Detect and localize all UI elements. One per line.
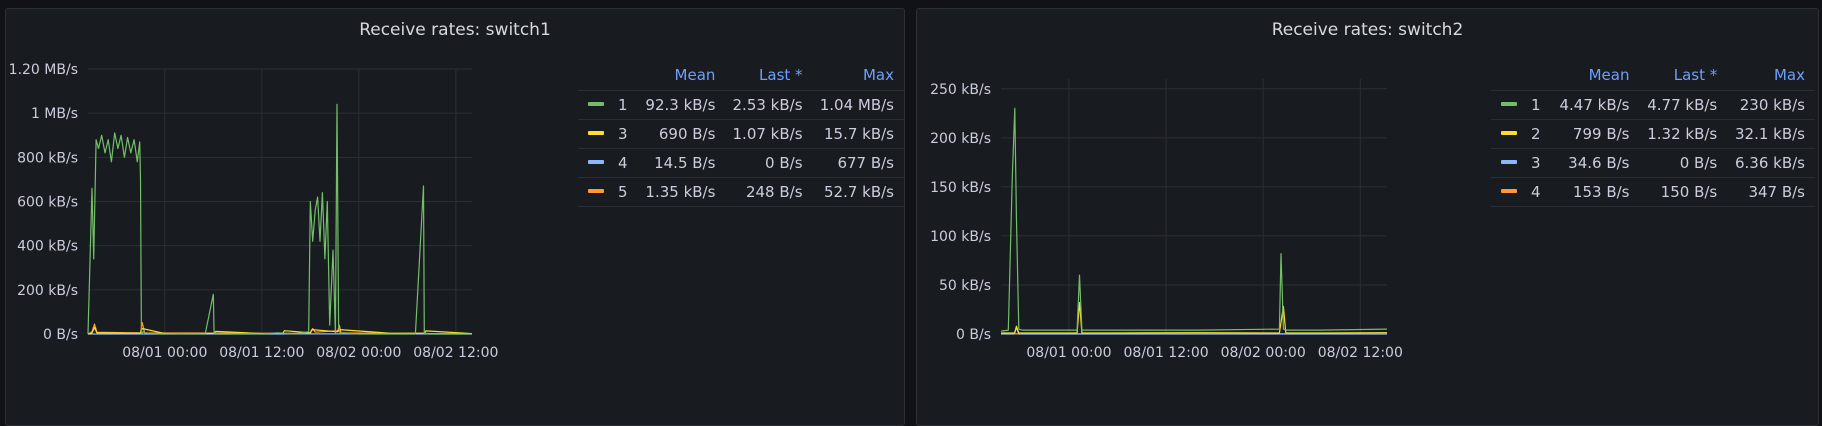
legend-row[interactable]: 4 153 B/s 150 B/s 347 B/s [1491,177,1815,207]
series-last: 2.53 kB/s [725,90,813,120]
y-tick-label: 50 kB/s [939,278,991,294]
series-color-swatch[interactable] [588,102,604,106]
x-tick-label: 08/01 12:00 [1124,345,1209,361]
x-tick-label: 08/02 00:00 [1221,345,1306,361]
legend-row[interactable]: 4 14.5 B/s 0 B/s 677 B/s [578,148,904,178]
series-last: 1.07 kB/s [725,119,813,149]
series-last: 150 B/s [1639,177,1728,207]
series-line-5 [87,321,473,335]
chart-switch2: 0 B/s 50 kB/s 100 kB/s 150 kB/s 200 kB/s 250 … [930,79,1403,361]
x-tick-label: 08/02 00:00 [316,345,401,361]
legend-header-name [1491,61,1552,91]
series-color-swatch[interactable] [1501,102,1517,106]
legend-row[interactable]: 1 92.3 kB/s 2.53 kB/s 1.04 MB/s [578,90,904,120]
legend-header-last[interactable]: Last * [1639,61,1728,91]
series-last: 1.32 kB/s [1639,119,1728,149]
legend-row[interactable]: 3 34.6 B/s 0 B/s 6.36 kB/s [1491,148,1815,178]
y-tick-label: 1.20 MB/s [9,62,78,78]
series-last: 0 B/s [725,148,813,178]
legend-header-max[interactable]: Max [812,61,904,91]
y-tick-label: 200 kB/s [930,131,991,147]
legend-row[interactable]: 2 799 B/s 1.32 kB/s 32.1 kB/s [1491,119,1815,149]
series-color-swatch[interactable] [1501,160,1517,164]
series-mean: 690 B/s [638,119,726,149]
series-last: 0 B/s [1639,148,1728,178]
series-max: 677 B/s [812,148,904,178]
x-tick-label: 08/02 12:00 [1318,345,1403,361]
y-tick-label: 400 kB/s [17,239,78,255]
legend-header-mean[interactable]: Mean [638,61,726,91]
series-name[interactable]: 5 [618,183,628,201]
series-name[interactable]: 1 [1531,96,1541,114]
y-tick-label: 200 kB/s [17,283,78,299]
series-name[interactable]: 1 [618,96,628,114]
x-tick-label: 08/01 00:00 [122,345,207,361]
series-last: 4.77 kB/s [1639,90,1728,120]
series-name[interactable]: 3 [618,125,628,143]
y-tick-label: 150 kB/s [930,180,991,196]
series-color-swatch[interactable] [1501,131,1517,135]
series-mean: 1.35 kB/s [638,177,726,207]
series-mean: 14.5 B/s [638,148,726,178]
series-max: 32.1 kB/s [1727,119,1815,149]
y-tick-label: 100 kB/s [930,229,991,245]
series-max: 347 B/s [1727,177,1815,207]
series-max: 15.7 kB/s [812,119,904,149]
x-tick-label: 08/01 12:00 [219,345,304,361]
y-tick-label: 600 kB/s [17,195,78,211]
legend-header-mean[interactable]: Mean [1551,61,1640,91]
series-line-1 [87,103,472,335]
series-max: 1.04 MB/s [812,90,904,120]
panel-switch2: Receive rates: switch2 0 B/s 50 kB/s 100 k… [916,8,1819,426]
series-color-swatch[interactable] [588,160,604,164]
series-name[interactable]: 4 [1531,183,1541,201]
series-line-2 [1001,302,1388,334]
series-max: 6.36 kB/s [1727,148,1815,178]
legend-header-last[interactable]: Last * [725,61,813,91]
series-last: 248 B/s [725,177,813,207]
series-color-swatch[interactable] [588,131,604,135]
chart-switch1: 0 B/s 200 kB/s 400 kB/s 600 kB/s 800 kB/s 1 M… [9,62,499,361]
series-name[interactable]: 4 [618,154,628,172]
series-max: 52.7 kB/s [812,177,904,207]
series-mean: 34.6 B/s [1551,148,1640,178]
series-color-swatch[interactable] [588,189,604,193]
series-mean: 153 B/s [1551,177,1640,207]
series-line-1 [1000,107,1388,332]
y-tick-label: 800 kB/s [17,150,78,166]
series-name[interactable]: 3 [1531,154,1541,172]
series-max: 230 kB/s [1727,90,1815,120]
series-name[interactable]: 2 [1531,125,1541,143]
x-tick-label: 08/01 00:00 [1026,345,1111,361]
legend-row[interactable]: 1 4.47 kB/s 4.77 kB/s 230 kB/s [1491,90,1815,120]
y-tick-label: 0 B/s [956,327,991,343]
legend-header-name [578,61,639,91]
legend-header-max[interactable]: Max [1727,61,1815,91]
y-tick-label: 1 MB/s [31,106,78,122]
x-tick-label: 08/02 12:00 [413,345,498,361]
series-mean: 799 B/s [1551,119,1640,149]
legend-table: Mean Last * Max 1 92.3 kB/s 2.53 kB/s 1.… [578,61,904,207]
panel-switch1: Receive rates: switch1 0 B/s 200 kB/s 400 … [5,8,905,426]
y-tick-label: 0 B/s [43,327,78,343]
legend-table: Mean Last * Max 1 4.47 kB/s 4.77 kB/s 23… [1491,61,1815,207]
legend-row[interactable]: 3 690 B/s 1.07 kB/s 15.7 kB/s [578,119,904,149]
legend-row[interactable]: 5 1.35 kB/s 248 B/s 52.7 kB/s [578,177,904,207]
series-color-swatch[interactable] [1501,189,1517,193]
y-tick-label: 250 kB/s [930,82,991,98]
series-mean: 4.47 kB/s [1551,90,1640,120]
series-mean: 92.3 kB/s [638,90,726,120]
